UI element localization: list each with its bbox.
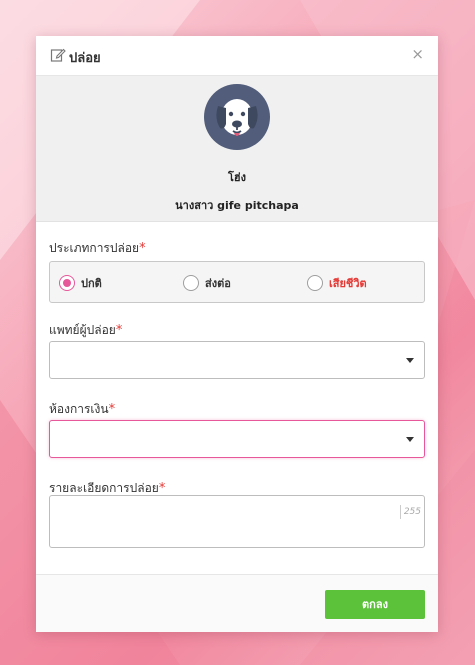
- radio-checked-icon: [59, 275, 75, 291]
- dialog-footer: ตกลง: [36, 574, 438, 632]
- pet-profile: โฮ่ง นางสาว gife pitchapa: [36, 76, 438, 222]
- radio-unchecked-icon: [307, 275, 323, 291]
- radio-deceased[interactable]: เสียชีวิต: [307, 274, 367, 292]
- doctor-label: แพทย์ผู้ปล่อย*: [49, 323, 123, 338]
- pet-name: โฮ่ง: [228, 171, 246, 184]
- radio-unchecked-icon: [183, 275, 199, 291]
- owner-name: นางสาว gife pitchapa: [175, 199, 299, 212]
- radio-deceased-label: เสียชีวิต: [329, 277, 367, 290]
- dialog-header: ปล่อย ×: [36, 36, 438, 76]
- doctor-select[interactable]: [49, 341, 425, 379]
- avatar: [204, 84, 270, 150]
- dog-icon: [216, 99, 258, 136]
- cashier-room-label: ห้องการเงิน*: [49, 402, 116, 417]
- details-textarea[interactable]: 255: [49, 495, 425, 548]
- release-dialog: ปล่อย × โฮ่ง นางสาว gife pitchapa ประเภท…: [36, 36, 438, 632]
- dialog-title: ปล่อย: [69, 51, 101, 66]
- chevron-down-icon: [406, 358, 414, 363]
- close-button[interactable]: ×: [411, 45, 424, 63]
- cashier-room-select[interactable]: [49, 420, 425, 458]
- release-type-label: ประเภทการปล่อย*: [49, 241, 146, 256]
- release-type-radio-group: ปกติ ส่งต่อ เสียชีวิต: [49, 261, 425, 303]
- radio-transfer-label: ส่งต่อ: [205, 277, 231, 290]
- radio-normal[interactable]: ปกติ: [59, 274, 102, 292]
- char-counter: 255: [399, 505, 421, 519]
- radio-transfer[interactable]: ส่งต่อ: [183, 274, 231, 292]
- edit-icon: [50, 48, 66, 62]
- ok-button[interactable]: ตกลง: [325, 590, 425, 619]
- radio-normal-label: ปกติ: [81, 277, 102, 290]
- chevron-down-icon: [406, 437, 414, 442]
